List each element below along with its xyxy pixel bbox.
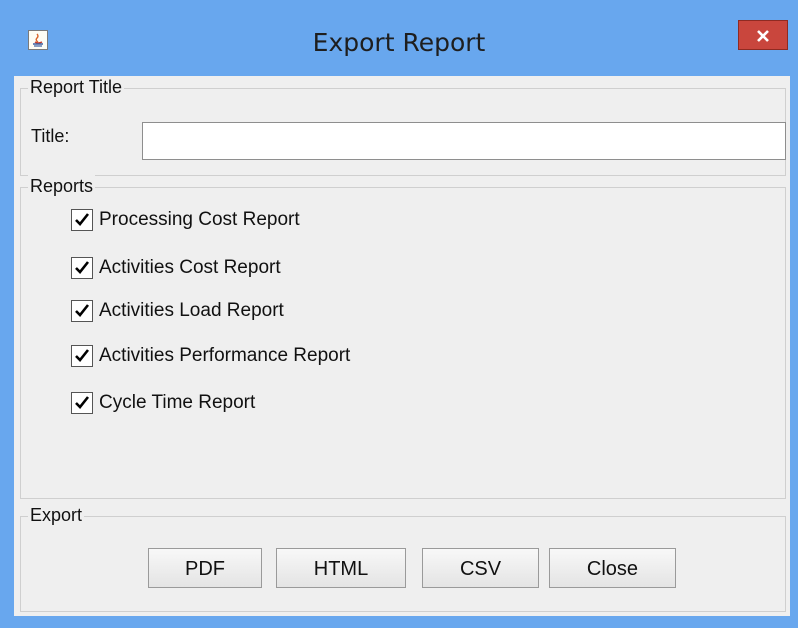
window-title: Export Report (312, 28, 486, 57)
checkmark-icon (75, 396, 90, 409)
export-report-dialog: Export Report Report Title Title: Report… (0, 0, 798, 628)
report-option-label: Cycle Time Report (99, 392, 256, 413)
checkmark-icon (75, 349, 90, 362)
report-option-label: Processing Cost Report (99, 209, 300, 230)
export-legend: Export (28, 504, 85, 526)
report-option-label: Activities Load Report (99, 300, 284, 321)
report-option-activities-performance[interactable]: Activities Performance Report (71, 343, 350, 369)
checkmark-icon (75, 213, 90, 226)
checkbox[interactable] (71, 209, 93, 231)
export-html-button[interactable]: HTML (276, 548, 406, 588)
checkmark-icon (75, 304, 90, 317)
reports-legend: Reports (28, 175, 96, 197)
checkbox[interactable] (71, 345, 93, 367)
report-title-group: Report Title Title: (20, 76, 786, 176)
title-field-label: Title: (31, 126, 70, 146)
report-option-cycle-time[interactable]: Cycle Time Report (71, 390, 255, 416)
report-option-label: Activities Cost Report (99, 257, 281, 278)
title-input[interactable] (142, 122, 786, 160)
close-icon (757, 30, 769, 42)
checkbox[interactable] (71, 392, 93, 414)
close-window-button[interactable] (738, 20, 788, 50)
checkbox[interactable] (71, 257, 93, 279)
close-button[interactable]: Close (549, 548, 676, 588)
title-bar[interactable]: Export Report (0, 0, 798, 66)
report-option-processing-cost[interactable]: Processing Cost Report (71, 207, 300, 233)
reports-group: Reports Processing Cost Report Activitie… (20, 175, 786, 499)
dialog-content: Report Title Title: Reports Processing C… (14, 76, 790, 616)
export-pdf-button[interactable]: PDF (148, 548, 262, 588)
export-csv-button[interactable]: CSV (422, 548, 539, 588)
report-title-legend: Report Title (28, 76, 125, 98)
report-option-label: Activities Performance Report (99, 345, 351, 366)
report-option-activities-load[interactable]: Activities Load Report (71, 298, 284, 324)
report-option-activities-cost[interactable]: Activities Cost Report (71, 255, 281, 281)
checkbox[interactable] (71, 300, 93, 322)
checkmark-icon (75, 261, 90, 274)
